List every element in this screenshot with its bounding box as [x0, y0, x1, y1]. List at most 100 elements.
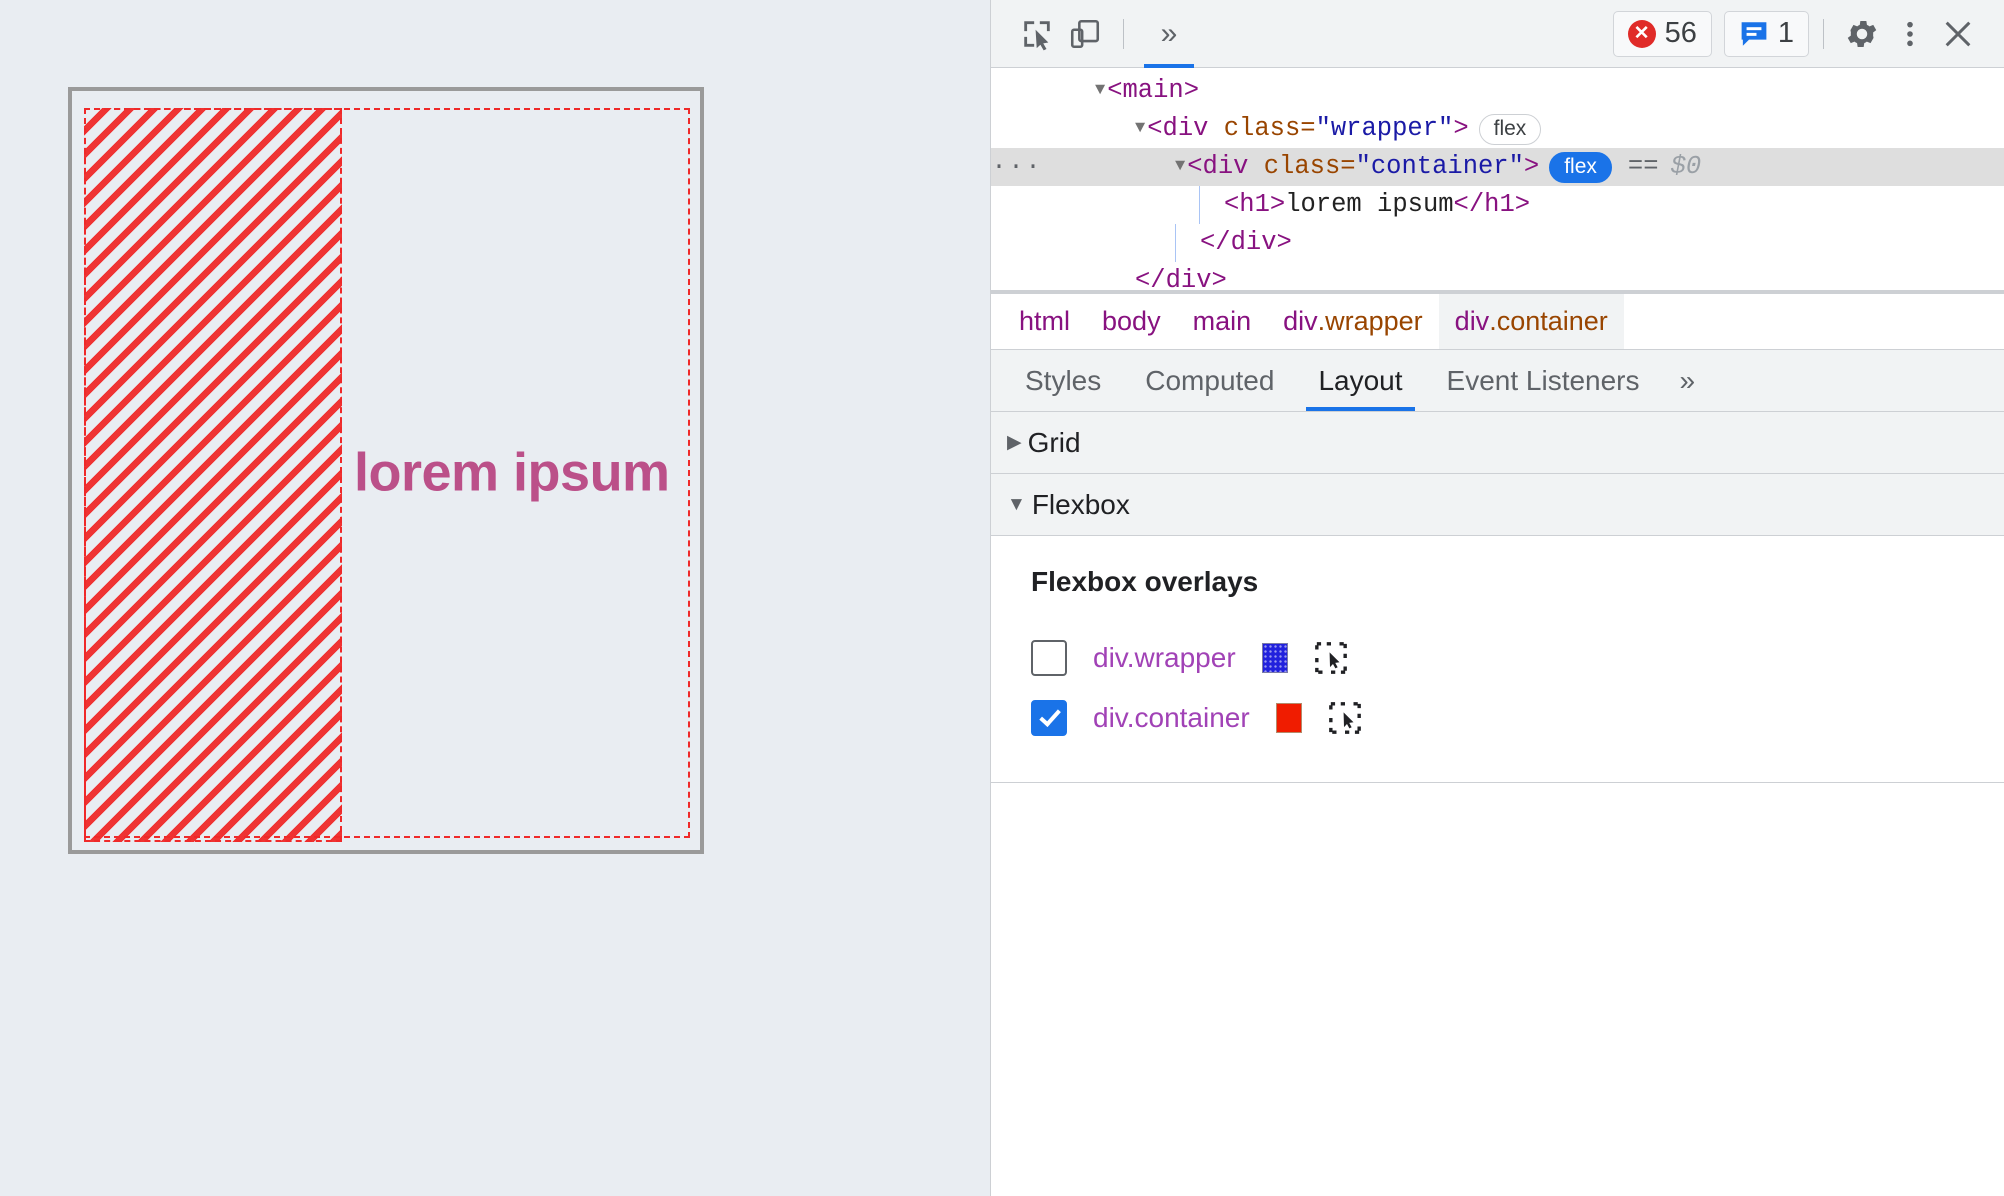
chevron-right-icon[interactable]: ▶	[1007, 431, 1022, 454]
screen-root: lorem ipsum » ✕ 56 1 ▼ <main> ▼ < div cl…	[0, 0, 2004, 1196]
overlay-label-div-wrapper[interactable]: div.wrapper	[1093, 642, 1236, 674]
message-count-label: 1	[1777, 17, 1794, 49]
dom-open-container: <	[1187, 152, 1203, 181]
tabbar-overflow-icon[interactable]: »	[1662, 350, 1714, 411]
div-container-box: lorem ipsum	[84, 108, 690, 842]
devtools-tabbar: Styles Computed Layout Event Listeners »	[991, 350, 2004, 412]
dom-node-close-wrapper[interactable]: </div>	[991, 262, 2004, 294]
overlay-checkbox-div-wrapper[interactable]	[1031, 640, 1067, 676]
dom-attr-value-container: "container"	[1355, 152, 1524, 181]
overlay-color-swatch-div-wrapper[interactable]	[1261, 643, 1288, 673]
breadcrumb-label: main	[1192, 306, 1252, 336]
error-circle-icon: ✕	[1627, 19, 1656, 48]
message-bubble-icon	[1739, 21, 1769, 47]
tab-styles[interactable]: Styles	[1003, 350, 1123, 411]
chevron-down-icon[interactable]: ▼	[1007, 494, 1026, 516]
tab-computed[interactable]: Computed	[1123, 350, 1296, 411]
select-element-icon[interactable]	[1314, 641, 1348, 675]
toolbar-divider	[1123, 18, 1124, 49]
flex-badge-container[interactable]: flex	[1549, 151, 1612, 183]
devtools-toolbar: » ✕ 56 1	[991, 0, 2004, 68]
flex-badge-wrapper[interactable]: flex	[1478, 113, 1542, 145]
breadcrumb-label: div	[1283, 306, 1318, 336]
tab-label: Computed	[1145, 364, 1275, 396]
dom-ellipsis-icon[interactable]: ···	[992, 148, 1041, 186]
overlay-checkbox-div-container[interactable]	[1031, 700, 1067, 736]
overlay-row-div-container[interactable]: div.container	[991, 688, 2004, 748]
dom-attr-name-container: class	[1263, 152, 1341, 181]
close-icon[interactable]	[1934, 10, 1982, 58]
gear-icon[interactable]	[1838, 10, 1886, 58]
toolbar-overflow-icon[interactable]: »	[1138, 10, 1200, 68]
error-count-badge[interactable]: ✕ 56	[1612, 10, 1712, 57]
dom-attr-value-wrapper: "wrapper"	[1315, 114, 1454, 143]
tab-event-listeners[interactable]: Event Listeners	[1425, 350, 1662, 411]
tab-layout[interactable]: Layout	[1296, 350, 1424, 411]
breadcrumb-item-body[interactable]: body	[1086, 294, 1177, 349]
breadcrumb-item-div-container[interactable]: div .container	[1438, 294, 1624, 349]
message-count-badge[interactable]: 1	[1723, 10, 1809, 57]
dom-open-wrapper: <	[1147, 114, 1163, 143]
breadcrumb-label: html	[1019, 306, 1071, 336]
dom-attr-name-wrapper: class	[1223, 114, 1301, 143]
dom-close-container: >	[1523, 152, 1540, 181]
section-flexbox[interactable]: ▼ Flexbox	[991, 474, 2004, 536]
dom-node-main[interactable]: ▼ <main>	[991, 72, 2004, 110]
dom-h1-text: lorem ipsum	[1285, 190, 1454, 219]
tab-label: Styles	[1025, 364, 1102, 396]
error-count-label: 56	[1664, 17, 1697, 49]
inspect-element-icon[interactable]	[1013, 10, 1061, 58]
dom-tree[interactable]: ▼ <main> ▼ < div class = "wrapper" > flex…	[991, 68, 2004, 294]
flexbox-overlays-title: Flexbox overlays	[1031, 566, 1259, 597]
lorem-ipsum-heading: lorem ipsum	[354, 442, 670, 503]
breadcrumb-item-html[interactable]: html	[991, 294, 1086, 349]
dom-node-close-container[interactable]: </div>	[991, 224, 2004, 262]
breadcrumb-class: .wrapper	[1317, 306, 1423, 336]
dom-close-wrapper: >	[1453, 114, 1469, 143]
dom-h1-open: <h1>	[1224, 190, 1286, 219]
breadcrumb-item-div-wrapper[interactable]: div .wrapper	[1267, 294, 1439, 349]
dom-h1-close: </h1>	[1453, 190, 1531, 219]
div-wrapper-box: lorem ipsum	[72, 91, 700, 850]
page-frame: lorem ipsum	[68, 87, 704, 854]
breadcrumb[interactable]: html body main div .wrapper div .container	[991, 294, 2004, 350]
overlay-color-swatch-div-container[interactable]	[1275, 703, 1302, 733]
dom-attr-eq-container: =	[1340, 152, 1356, 181]
breadcrumb-label: div	[1454, 306, 1490, 336]
tree-guide-line	[1199, 186, 1200, 224]
dom-dollar-ref: $0	[1670, 152, 1702, 181]
device-toolbar-icon[interactable]	[1061, 10, 1109, 58]
twisty-icon[interactable]: ▼	[1135, 110, 1145, 148]
dom-close-tag-wrapper: </div>	[1135, 266, 1227, 294]
toolbar-divider-2	[1823, 18, 1824, 49]
dom-tag-container: div	[1202, 152, 1249, 181]
tab-label: Layout	[1318, 364, 1403, 396]
dom-node-wrapper[interactable]: ▼ < div class = "wrapper" > flex	[991, 110, 2004, 148]
check-icon	[1038, 704, 1061, 727]
tab-label: Event Listeners	[1446, 364, 1640, 396]
overlay-row-div-wrapper[interactable]: div.wrapper	[991, 628, 2004, 688]
tree-guide-line	[1175, 224, 1176, 262]
dom-close-tag-container: </div>	[1200, 228, 1292, 257]
dom-attr-eq-wrapper: =	[1300, 114, 1316, 143]
dom-tag-wrapper: div	[1162, 114, 1209, 143]
twisty-icon[interactable]: ▼	[1175, 148, 1185, 186]
section-flexbox-label: Flexbox	[1031, 488, 1130, 520]
twisty-icon[interactable]: ▼	[1095, 72, 1105, 110]
flexbox-overlays-body: Flexbox overlays div.wrapper div.contain…	[991, 536, 2004, 783]
overlay-label-div-container[interactable]: div.container	[1093, 702, 1250, 734]
section-grid[interactable]: ▶ Grid	[991, 412, 2004, 474]
dom-node-container[interactable]: ··· ▼ < div class = "container" > flex =…	[991, 148, 2004, 186]
more-vertical-icon[interactable]	[1886, 10, 1934, 58]
flex-overlay-hatch	[84, 108, 342, 842]
devtools-panel: » ✕ 56 1 ▼ <main> ▼ < div class = "wrapp…	[990, 0, 2004, 1196]
page-viewport: lorem ipsum	[0, 0, 990, 1196]
dom-tag-main: <main>	[1107, 76, 1200, 105]
breadcrumb-label: body	[1102, 306, 1161, 336]
panel-empty-area	[991, 783, 2004, 1196]
dom-node-h1[interactable]: <h1> lorem ipsum </h1>	[991, 186, 2004, 224]
dom-eqeq: ==	[1627, 152, 1659, 181]
breadcrumb-item-main[interactable]: main	[1177, 294, 1268, 349]
select-element-icon[interactable]	[1328, 701, 1362, 735]
breadcrumb-class: .container	[1489, 306, 1608, 336]
